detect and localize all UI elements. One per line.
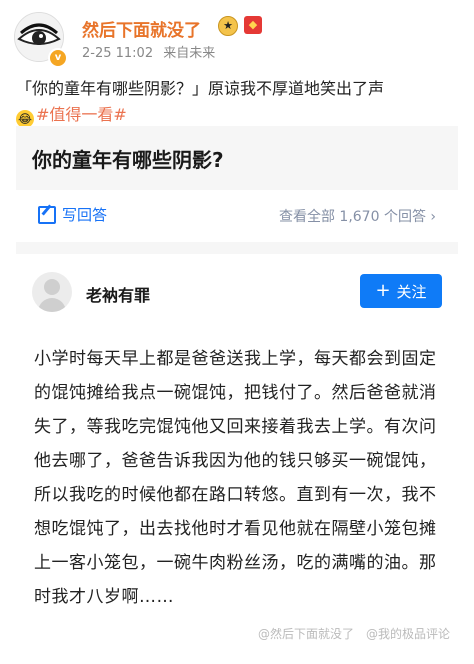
plus-icon: + bbox=[375, 280, 391, 301]
answer-card: 老衲有罪 + 关注 小学时每天早上都是爸爸送我上学，每天都会到固定的馄饨摊给我点… bbox=[16, 254, 458, 650]
post-main-text: 「你的童年有哪些阴影？」原谅我不厚道地笑出了声 bbox=[16, 79, 385, 98]
zhihu-screenshot: 你的童年有哪些阴影? 写回答 查看全部 1,670 个回答 › 老衲有罪 + 关… bbox=[16, 126, 458, 650]
post-source: 来自未来 bbox=[163, 46, 216, 61]
follow-label: 关注 bbox=[396, 282, 427, 301]
post-header: v 然后下面就没了 ★ ◆ 2-25 11:02 来自未来 bbox=[14, 12, 460, 68]
view-all-answers-link[interactable]: 查看全部 1,670 个回答 › bbox=[279, 206, 436, 226]
answerer-name[interactable]: 老衲有罪 bbox=[86, 282, 150, 306]
post-time: 2-25 11:02 bbox=[82, 46, 154, 61]
post-text: 「你的童年有哪些阴影？」原谅我不厚道地笑出了声 😂 #值得一看# bbox=[16, 76, 464, 128]
user-badges: ★ ◆ bbox=[218, 16, 262, 36]
answer-body: 小学时每天早上都是爸爸送我上学，每天都会到固定的馄饨摊给我点一碗馄饨，把钱付了。… bbox=[34, 349, 437, 607]
red-envelope-icon[interactable]: ◆ bbox=[244, 16, 262, 34]
answerer-avatar[interactable] bbox=[32, 272, 72, 312]
write-answer-label: 写回答 bbox=[62, 206, 108, 224]
pencil-icon bbox=[38, 205, 56, 224]
hashtag-link[interactable]: #值得一看# bbox=[36, 105, 127, 124]
watermark-right: @我的极品评论 bbox=[365, 627, 450, 641]
question-title[interactable]: 你的童年有哪些阴影? bbox=[32, 144, 224, 173]
verified-badge-icon: v bbox=[48, 48, 68, 68]
follow-button[interactable]: + 关注 bbox=[360, 274, 442, 308]
write-answer-button[interactable]: 写回答 bbox=[38, 204, 107, 225]
watermark: @然后下面就没了 @我的极品评论 bbox=[258, 625, 450, 642]
watermark-left: @然后下面就没了 bbox=[257, 627, 354, 641]
medal-icon[interactable]: ★ bbox=[218, 16, 238, 36]
username[interactable]: 然后下面就没了 bbox=[82, 16, 201, 41]
post-meta: 2-25 11:02 来自未来 bbox=[82, 42, 221, 61]
question-action-bar: 写回答 查看全部 1,670 个回答 › bbox=[16, 190, 458, 242]
